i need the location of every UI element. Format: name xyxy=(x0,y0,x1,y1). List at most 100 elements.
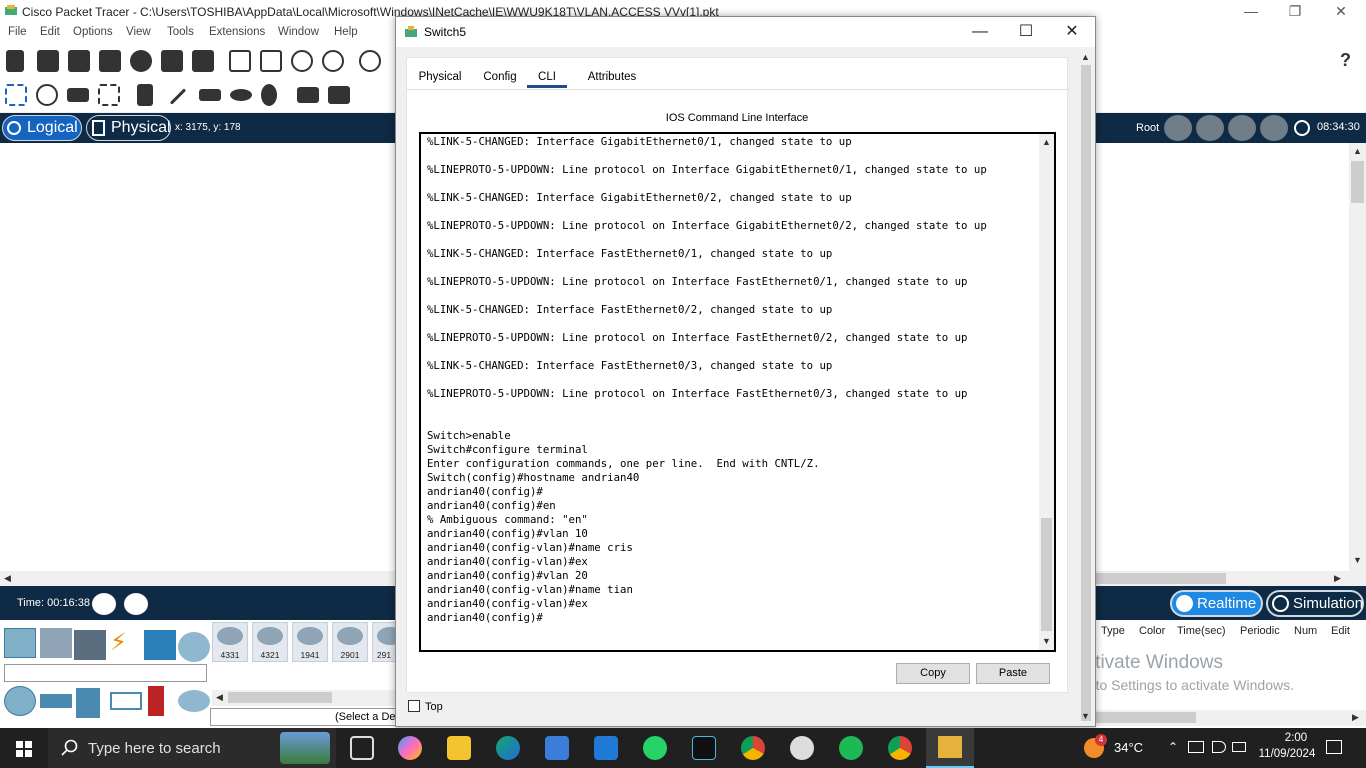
device-tile[interactable]: 291 xyxy=(372,622,396,662)
draw-line-icon[interactable] xyxy=(169,88,187,105)
add-simple-pdu-icon[interactable] xyxy=(297,87,319,103)
help-icon[interactable]: ? xyxy=(1340,50,1351,71)
device-tile[interactable]: 4331 xyxy=(212,622,248,662)
logical-view-tab[interactable]: Logical xyxy=(2,115,82,141)
routers-icon[interactable] xyxy=(4,686,36,716)
draw-rectangle-icon[interactable] xyxy=(199,89,221,101)
task-view-icon[interactable] xyxy=(350,736,374,760)
workspace-vertical-scrollbar[interactable]: ▲ ▼ xyxy=(1349,143,1366,571)
file-explorer-icon[interactable] xyxy=(447,736,471,760)
packet-tracer-taskbar-button[interactable] xyxy=(926,728,974,768)
physical-view-tab[interactable]: Physical xyxy=(86,115,171,141)
hubs-icon[interactable] xyxy=(76,688,100,718)
tab-attributes[interactable]: Attributes xyxy=(575,66,649,88)
open-folder-icon[interactable] xyxy=(37,50,59,72)
tab-cli[interactable]: CLI xyxy=(527,66,567,88)
simulation-mode-tab[interactable]: Simulation xyxy=(1266,590,1364,617)
clock-time[interactable]: 2:00 xyxy=(1266,732,1326,744)
menu-view[interactable]: View xyxy=(126,26,151,38)
col-time[interactable]: Time(sec) xyxy=(1177,625,1225,637)
top-checkbox[interactable] xyxy=(408,700,420,712)
note-icon[interactable] xyxy=(137,84,153,106)
menu-help[interactable]: Help xyxy=(334,26,358,38)
scroll-up-icon[interactable]: ▲ xyxy=(1353,146,1362,156)
whatsapp-icon[interactable] xyxy=(643,736,667,760)
zoom-in-icon[interactable] xyxy=(359,50,381,72)
scroll-down-icon[interactable]: ▼ xyxy=(1353,555,1362,565)
store-icon[interactable] xyxy=(545,736,569,760)
menu-edit[interactable]: Edit xyxy=(40,26,60,38)
misc-icon[interactable] xyxy=(144,630,176,660)
col-color[interactable]: Color xyxy=(1139,625,1165,637)
copy-button[interactable]: Copy xyxy=(896,663,970,684)
settings-icon[interactable] xyxy=(790,736,814,760)
menu-options[interactable]: Options xyxy=(73,26,113,38)
tab-physical[interactable]: Physical xyxy=(413,66,467,88)
scroll-right-icon[interactable]: ▶ xyxy=(1352,712,1359,723)
select-tool-icon[interactable] xyxy=(5,84,27,106)
col-type[interactable]: Type xyxy=(1101,625,1125,637)
volume-icon[interactable] xyxy=(1212,741,1226,753)
scroll-up-icon[interactable]: ▲ xyxy=(1042,137,1051,147)
switches-icon[interactable] xyxy=(40,694,72,708)
event-list-scrollbar[interactable]: ▶ xyxy=(1096,710,1366,726)
add-complex-pdu-icon[interactable] xyxy=(328,86,350,104)
scroll-thumb[interactable] xyxy=(228,692,332,703)
dialog-close-button[interactable]: ✕ xyxy=(1052,23,1092,43)
menu-file[interactable]: File xyxy=(8,26,27,38)
notifications-icon[interactable] xyxy=(1326,740,1342,754)
copy-icon[interactable] xyxy=(229,50,251,72)
freeform-icon[interactable] xyxy=(261,84,277,106)
dialog-minimize-button[interactable]: — xyxy=(960,23,1000,43)
connections-icon[interactable]: ⚡ xyxy=(110,628,127,657)
background-icon[interactable] xyxy=(1260,115,1288,141)
network-info-icon[interactable] xyxy=(192,50,214,72)
device-tile[interactable]: 4321 xyxy=(252,622,288,662)
scroll-left-icon[interactable]: ◀ xyxy=(4,573,11,584)
scroll-up-icon[interactable]: ▲ xyxy=(1081,52,1090,62)
security-icon[interactable] xyxy=(148,686,164,716)
minimize-button[interactable]: — xyxy=(1228,2,1274,22)
menu-window[interactable]: Window xyxy=(278,26,319,38)
restore-button[interactable]: ❐ xyxy=(1272,2,1318,22)
taskbar-search[interactable]: Type here to search xyxy=(48,728,336,768)
realtime-mode-tab[interactable]: Realtime xyxy=(1170,590,1263,617)
undo-icon[interactable] xyxy=(291,50,313,72)
menu-tools[interactable]: Tools xyxy=(167,26,194,38)
wizard-icon[interactable] xyxy=(161,50,183,72)
cluster-icon[interactable] xyxy=(1196,115,1224,141)
fast-forward-icon[interactable] xyxy=(122,591,150,617)
scroll-left-icon[interactable]: ◀ xyxy=(216,692,223,703)
chrome-profile-icon[interactable] xyxy=(888,736,912,760)
chevron-up-icon[interactable]: ⌃ xyxy=(1168,740,1178,754)
console-output[interactable]: %LINK-5-CHANGED: Interface GigabitEthern… xyxy=(427,135,1035,625)
device-tile[interactable]: 1941 xyxy=(292,622,328,662)
battery-icon[interactable] xyxy=(1232,742,1246,752)
col-num[interactable]: Num xyxy=(1294,625,1317,637)
cli-console[interactable]: %LINK-5-CHANGED: Interface GigabitEthern… xyxy=(419,132,1056,652)
move-icon[interactable] xyxy=(1228,115,1256,141)
components-icon[interactable] xyxy=(74,630,106,660)
scroll-thumb[interactable] xyxy=(1081,65,1091,721)
scroll-right-icon[interactable]: ▶ xyxy=(1334,573,1341,584)
scroll-thumb[interactable] xyxy=(1096,712,1196,723)
scroll-thumb[interactable] xyxy=(1096,573,1226,584)
device-list-scrollbar[interactable]: ◀ xyxy=(212,690,396,706)
scroll-down-icon[interactable]: ▼ xyxy=(1042,636,1051,646)
redo-icon[interactable] xyxy=(322,50,344,72)
menu-extensions[interactable]: Extensions xyxy=(209,26,265,38)
new-file-icon[interactable] xyxy=(6,50,24,72)
mail-icon[interactable] xyxy=(594,736,618,760)
close-button[interactable]: ✕ xyxy=(1318,2,1364,22)
draw-ellipse-icon[interactable] xyxy=(230,89,252,101)
network-devices-icon[interactable] xyxy=(4,628,36,658)
spotify-icon[interactable] xyxy=(839,736,863,760)
paste-icon[interactable] xyxy=(260,50,282,72)
back-icon[interactable] xyxy=(1164,115,1192,141)
wireless-icon[interactable] xyxy=(110,692,142,710)
paste-button[interactable]: Paste xyxy=(976,663,1050,684)
copilot-icon[interactable] xyxy=(398,736,422,760)
dialog-scrollbar[interactable]: ▲ ▼ xyxy=(1078,49,1094,725)
clock-date[interactable]: 11/09/2024 xyxy=(1252,748,1322,760)
device-tile[interactable]: 2901 xyxy=(332,622,368,662)
